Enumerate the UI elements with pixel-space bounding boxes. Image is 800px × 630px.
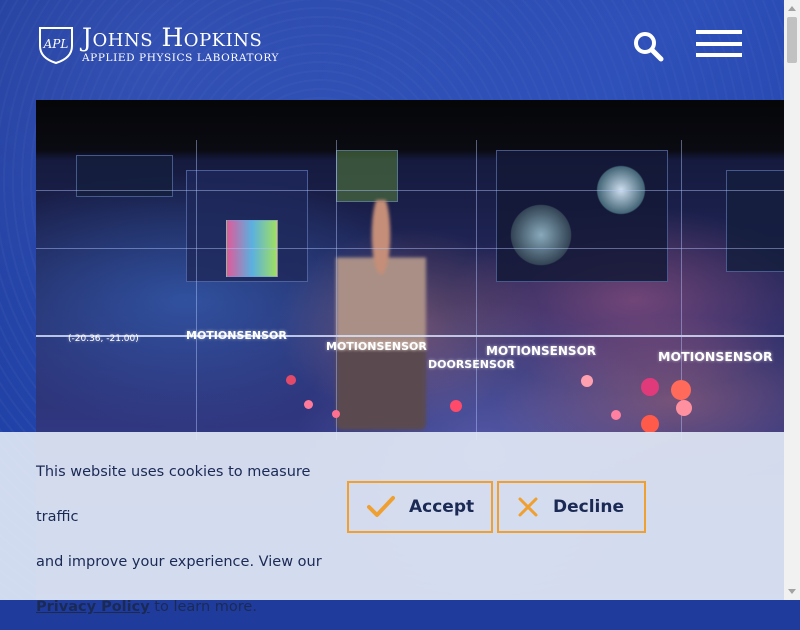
presenter-figure xyxy=(336,200,426,430)
data-point xyxy=(641,378,659,396)
data-point xyxy=(304,400,313,409)
jhu-apl-logo[interactable]: APL Johns Hopkins APPLIED PHYSICS LABORA… xyxy=(36,24,279,64)
sensor-label: MOTIONSENSOR xyxy=(658,349,773,364)
logo-badge-text: APL xyxy=(43,37,69,51)
checkmark-icon xyxy=(367,496,395,517)
data-point xyxy=(611,410,621,420)
screen-panel xyxy=(336,150,398,202)
accept-button-label: Accept xyxy=(409,497,475,517)
data-point xyxy=(641,415,659,433)
cookie-message: This website uses cookies to measure tra… xyxy=(36,450,346,630)
data-point xyxy=(332,410,340,418)
cookie-text-line3-suffix: to learn more. xyxy=(149,599,257,615)
grid-line xyxy=(36,248,784,249)
cookie-text-line3: Privacy Policy to learn more. xyxy=(36,585,346,630)
grid-line xyxy=(36,190,784,191)
site-header: APL Johns Hopkins APPLIED PHYSICS LABORA… xyxy=(0,0,784,100)
grid-line xyxy=(36,335,784,337)
apl-shield-icon: APL xyxy=(39,27,73,64)
logo-wordmark: Johns Hopkins APPLIED PHYSICS LABORATORY xyxy=(82,23,280,65)
scroll-up-arrow-icon[interactable] xyxy=(788,6,796,11)
cookie-banner: This website uses cookies to measure tra… xyxy=(0,432,784,615)
sensor-label: MOTIONSENSOR xyxy=(486,344,597,358)
close-icon xyxy=(518,497,538,517)
search-icon xyxy=(634,32,664,62)
sensor-label: MOTIONSENSOR xyxy=(186,329,287,342)
grid-line xyxy=(476,140,477,440)
decline-button-label: Decline xyxy=(553,497,625,517)
data-point xyxy=(676,400,692,416)
grid-line xyxy=(336,140,337,440)
decline-button[interactable]: Decline xyxy=(497,481,646,533)
cookie-text-line1: This website uses cookies to measure tra… xyxy=(36,464,311,525)
data-point xyxy=(671,380,691,400)
sensor-label: DOORSENSOR xyxy=(428,358,515,371)
data-point xyxy=(581,375,593,387)
logo-title: Johns Hopkins xyxy=(82,23,263,52)
screen-panel xyxy=(726,170,784,272)
vertical-scrollbar[interactable] xyxy=(784,0,800,600)
sensor-label: (-20.36, -21.00) xyxy=(68,334,139,344)
menu-bar-middle xyxy=(696,42,742,46)
logo-subtitle: APPLIED PHYSICS LABORATORY xyxy=(82,52,280,64)
sensor-label: MOTIONSENSOR xyxy=(326,340,427,353)
scroll-down-arrow-icon[interactable] xyxy=(788,589,796,594)
data-point xyxy=(286,375,296,385)
menu-bar-bottom xyxy=(696,53,742,57)
grid-line xyxy=(196,140,197,440)
cookie-text-line2: and improve your experience. View our xyxy=(36,554,322,570)
scrollbar-thumb[interactable] xyxy=(787,17,797,63)
search-button[interactable] xyxy=(632,30,664,62)
circle-graphic xyxy=(506,200,576,270)
privacy-policy-link[interactable]: Privacy Policy xyxy=(36,599,150,615)
menu-bar-top xyxy=(696,30,742,34)
hamburger-menu-button[interactable] xyxy=(696,30,742,58)
data-point xyxy=(450,400,462,412)
accept-button[interactable]: Accept xyxy=(347,481,493,533)
